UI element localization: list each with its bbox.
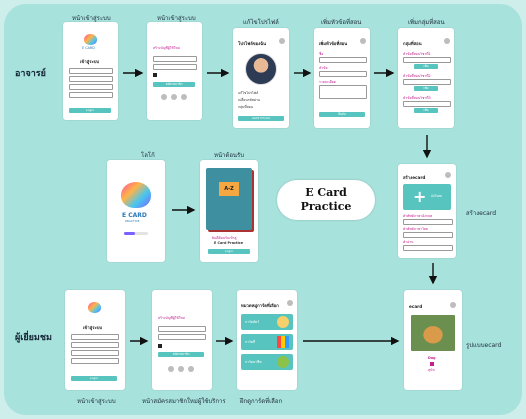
flow-arrows xyxy=(123,68,438,346)
